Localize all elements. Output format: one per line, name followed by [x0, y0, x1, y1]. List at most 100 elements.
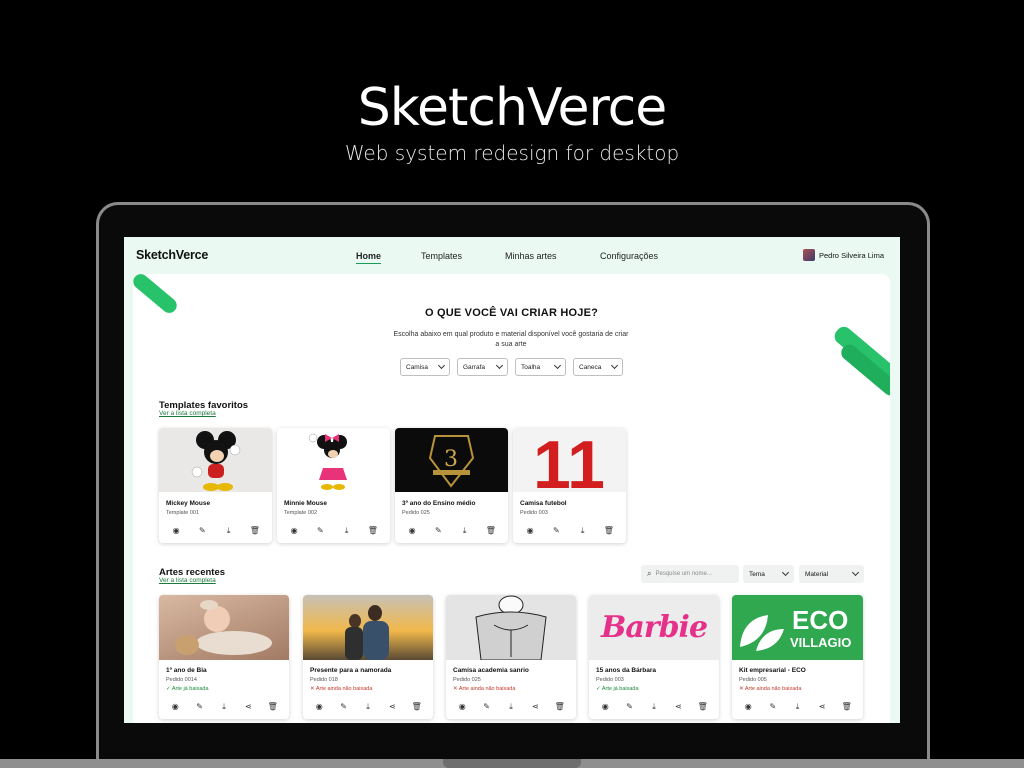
eye-icon[interactable]: ◉	[288, 526, 300, 536]
favorites-link[interactable]: Ver a lista completa	[159, 410, 216, 417]
recent-card[interactable]: Camisa academia sanrio Pedido 025 ✕ Arte…	[446, 595, 576, 719]
share-icon[interactable]: ⋖	[816, 702, 828, 712]
card-code: Pedido 003	[596, 677, 624, 683]
search-input[interactable]: ⌕ Pesquise um nome...	[641, 565, 739, 583]
download-icon[interactable]: ⤓	[505, 702, 517, 712]
graduation-shirt-image: 3	[395, 428, 508, 492]
share-icon[interactable]: ⋖	[242, 702, 254, 712]
favorite-card[interactable]: Minnie Mouse Template 002 ◉ ✎ ⤓ 🗑	[277, 428, 390, 543]
select-garrafa[interactable]: Garrafa	[457, 358, 508, 376]
recent-card[interactable]: Presente para a namorada Pedido 018 ✕ Ar…	[303, 595, 433, 719]
trash-icon[interactable]: 🗑	[485, 526, 497, 536]
eco-villagio-logo-image: ECO VILLAGIO	[732, 595, 863, 660]
eye-icon[interactable]: ◉	[524, 526, 536, 536]
edit-icon[interactable]: ✎	[196, 526, 208, 536]
chevron-down-icon	[437, 361, 446, 370]
nav-templates[interactable]: Templates	[421, 251, 462, 261]
hero-title: SketchVerce	[357, 78, 668, 138]
edit-icon[interactable]: ✎	[481, 702, 493, 712]
avatar	[802, 249, 815, 261]
download-icon[interactable]: ⤓	[223, 526, 235, 536]
app-logo[interactable]: SketchVerce	[136, 248, 208, 262]
svg-text:3: 3	[444, 447, 458, 472]
trash-icon[interactable]: 🗑	[411, 702, 423, 712]
edit-icon[interactable]: ✎	[194, 702, 206, 712]
status-text: Arte ainda não baixada	[744, 686, 802, 692]
page-subtext: Escolha abaixo em qual produto e materia…	[393, 331, 629, 348]
search-placeholder: Pesquise um nome...	[655, 571, 712, 577]
chevron-down-icon	[851, 568, 860, 577]
edit-icon[interactable]: ✎	[432, 526, 444, 536]
card-title: Kit empresarial - ECO	[739, 667, 806, 674]
edit-icon[interactable]: ✎	[314, 526, 326, 536]
share-icon[interactable]: ⋖	[672, 702, 684, 712]
eye-icon[interactable]: ◉	[742, 702, 754, 712]
hero-subtitle: Web system redesign for desktop	[344, 141, 680, 165]
card-actions: ◉ ✎ ⤓ 🗑	[159, 526, 272, 536]
trash-icon[interactable]: 🗑	[249, 526, 261, 536]
laptop-notch	[443, 759, 581, 768]
trash-icon[interactable]: 🗑	[603, 526, 615, 536]
eye-icon[interactable]: ◉	[406, 526, 418, 536]
recent-link[interactable]: Ver a lista completa	[159, 577, 216, 584]
download-icon[interactable]: ⤓	[459, 526, 471, 536]
select-camisa[interactable]: Camisa	[400, 358, 450, 376]
select-caneca[interactable]: Caneca	[573, 358, 623, 376]
svg-text:ECO: ECO	[792, 605, 848, 635]
card-title: Camisa futebol	[520, 500, 567, 507]
download-icon[interactable]: ⤓	[341, 526, 353, 536]
card-code: Pedido 003	[520, 510, 548, 516]
edit-icon[interactable]: ✎	[624, 702, 636, 712]
svg-text:VILLAGIO: VILLAGIO	[790, 635, 851, 650]
download-icon[interactable]: ⤓	[791, 702, 803, 712]
recent-card[interactable]: ECO VILLAGIO Kit empresarial - ECO Pedid…	[732, 595, 863, 719]
card-actions: ◉ ✎ ⤓ 🗑	[395, 526, 508, 536]
card-code: Pedido 018	[310, 677, 338, 683]
card-status: ✕ Arte ainda não baixada	[739, 686, 801, 692]
card-code: Pedido 025	[453, 677, 481, 683]
user-name: Pedro Silveira Lima	[818, 250, 884, 260]
filter-material[interactable]: Material	[799, 565, 864, 583]
share-icon[interactable]: ⋖	[529, 702, 541, 712]
card-code: Template 002	[284, 510, 318, 516]
download-icon[interactable]: ⤓	[362, 702, 374, 712]
trash-icon[interactable]: 🗑	[554, 702, 566, 712]
download-icon[interactable]: ⤓	[218, 702, 230, 712]
select-label: Garrafa	[463, 363, 486, 371]
edit-icon[interactable]: ✎	[767, 702, 779, 712]
user-menu[interactable]: Pedro Silveira Lima	[802, 249, 884, 261]
recent-card[interactable]: Barbie 15 anos da Bárbara Pedido 003 ✓ A…	[589, 595, 719, 719]
eye-icon[interactable]: ◉	[169, 702, 181, 712]
recent-card[interactable]: 1º ano de Bia Pedido 0014 ✓ Arte já baix…	[159, 595, 289, 719]
couple-photo-image	[303, 595, 433, 660]
nav-configuracoes[interactable]: Configurações	[600, 251, 658, 261]
filter-tema[interactable]: Tema	[743, 565, 794, 583]
card-code: Pedido 0014	[166, 677, 197, 683]
eye-icon[interactable]: ◉	[313, 702, 325, 712]
card-title: Presente para a namorada	[310, 667, 392, 674]
select-label: Caneca	[579, 363, 602, 371]
trash-icon[interactable]: 🗑	[367, 526, 379, 536]
download-icon[interactable]: ⤓	[648, 702, 660, 712]
edit-icon[interactable]: ✎	[550, 526, 562, 536]
card-title: 15 anos da Bárbara	[596, 667, 656, 674]
eye-icon[interactable]: ◉	[170, 526, 182, 536]
eye-icon[interactable]: ◉	[456, 702, 468, 712]
nav-home[interactable]: Home	[356, 251, 382, 264]
eye-icon[interactable]: ◉	[599, 702, 611, 712]
card-title: Camisa academia sanrio	[453, 667, 529, 674]
status-text: Arte já baixada	[601, 686, 639, 692]
favorite-card[interactable]: Mickey Mouse Template 001 ◉ ✎ ⤓ 🗑	[159, 428, 272, 543]
favorite-card[interactable]: 3 3º ano do Ensino médio Pedido 025 ◉ ✎ …	[395, 428, 508, 543]
select-toalha[interactable]: Toalha	[515, 358, 566, 376]
edit-icon[interactable]: ✎	[338, 702, 350, 712]
trash-icon[interactable]: 🗑	[267, 702, 279, 712]
trash-icon[interactable]: 🗑	[697, 702, 709, 712]
share-icon[interactable]: ⋖	[386, 702, 398, 712]
download-icon[interactable]: ⤓	[577, 526, 589, 536]
card-actions: ◉ ✎ ⤓ ⋖ 🗑	[589, 702, 719, 712]
nav-minhas-artes[interactable]: Minhas artes	[505, 251, 557, 261]
favorite-card[interactable]: 11 Camisa futebol Pedido 003 ◉ ✎ ⤓ 🗑	[513, 428, 626, 543]
number-11-image: 11	[513, 428, 626, 492]
trash-icon[interactable]: 🗑	[841, 702, 853, 712]
